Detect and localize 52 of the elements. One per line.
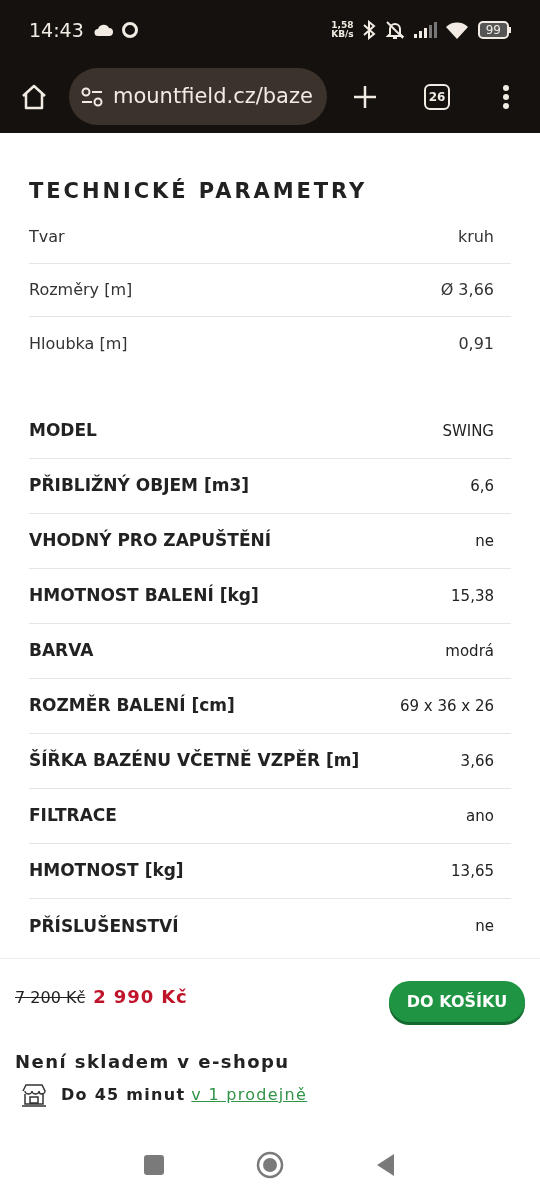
menu-icon[interactable] [502, 83, 510, 110]
stock-status: Není skladem v e-shopu [15, 1050, 291, 1074]
parameter-value: ne [475, 916, 494, 938]
clock: 14:43 [29, 17, 84, 43]
parameter-label: HMOTNOST BALENÍ [kg] [29, 583, 259, 608]
parameter-value: kruh [457, 226, 494, 248]
parameter-label: ŠÍŘKA BAZÉNU VČETNĚ VZPĚR [m] [29, 748, 360, 773]
parameter-label: BARVA [29, 639, 94, 663]
shop-icon [21, 1083, 47, 1107]
parameter-value: 15,38 [451, 585, 494, 607]
parameter-value: ano [466, 805, 494, 827]
parameter-label: HMOTNOST [kg] [29, 859, 184, 883]
parameter-value: 3,66 [460, 750, 494, 772]
parameter-label: MODEL [29, 419, 97, 443]
battery-icon: 99 [477, 21, 511, 39]
add-to-cart-button[interactable]: DO KOŠÍKU [389, 981, 525, 1022]
parameter-value: 69 x 36 x 26 [399, 695, 494, 717]
network-speed: 1,58 [331, 21, 354, 30]
home-button[interactable] [256, 1151, 284, 1179]
parameter-label: Rozměry [m] [29, 279, 133, 301]
parameter-label: Tvar [29, 226, 65, 248]
wifi-icon [445, 21, 468, 39]
bluetooth-icon [361, 20, 376, 40]
store-link[interactable]: v 1 prodejně [191, 1083, 308, 1107]
tab-count-button[interactable]: 26 [424, 83, 450, 110]
parameter-label: PŘÍSLUŠENSTVÍ [29, 914, 179, 938]
parameter-value: ne [475, 530, 494, 552]
address-bar[interactable]: mountfield.cz/baze [69, 68, 327, 125]
parameter-value: 6,6 [470, 475, 494, 497]
parameter-value: modrá [445, 640, 494, 662]
parameter-value: 0,91 [458, 332, 494, 355]
ring-icon [120, 21, 139, 39]
back-button[interactable] [376, 1153, 396, 1177]
parameter-value: SWING [442, 420, 494, 442]
cloud-icon [92, 24, 113, 36]
parameter-value: Ø 3,66 [440, 279, 494, 301]
old-price: 7 200 Kč [15, 987, 86, 1009]
section-title: TECHNICKÉ PARAMETRY [29, 177, 369, 205]
parameter-label: VHODNÝ PRO ZAPUŠTĚNÍ [29, 528, 272, 553]
network-speed-unit: KB/s [331, 30, 354, 39]
parameter-label: PŘIBLIŽNÝ OBJEM [m3] [29, 473, 250, 498]
parameter-value: 13,65 [451, 860, 494, 882]
parameter-label: FILTRACE [29, 804, 117, 828]
parameter-label: Hloubka [m] [29, 332, 128, 355]
price: 2 990 Kč [93, 985, 188, 1009]
site-settings-icon[interactable] [81, 86, 103, 107]
pickup-time: Do 45 minut [61, 1084, 186, 1106]
parameter-label: ROZMĚR BALENÍ [cm] [29, 693, 235, 718]
add-tab-icon[interactable] [353, 84, 377, 109]
home-icon[interactable] [20, 82, 48, 111]
signal-icon [413, 22, 438, 38]
muted-bell-icon [383, 20, 406, 40]
